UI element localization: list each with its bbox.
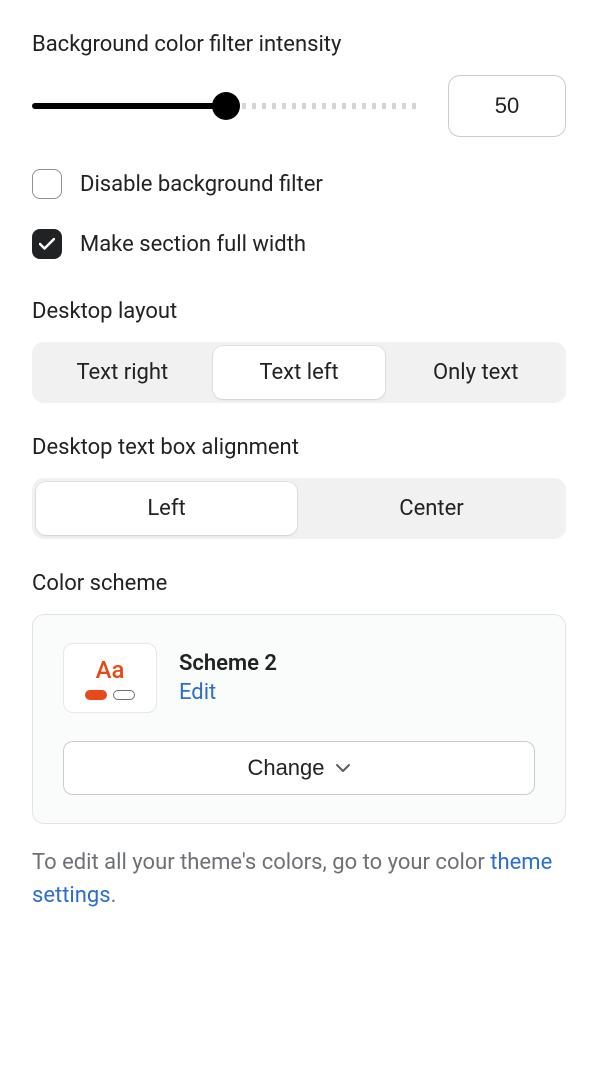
color-scheme-change-button[interactable]: Change <box>63 741 535 795</box>
disable-filter-checkbox[interactable] <box>32 169 62 199</box>
slider-fill <box>32 103 226 109</box>
check-icon <box>39 238 55 250</box>
desktop-layout-option[interactable]: Text left <box>213 346 386 399</box>
desktop-layout-option[interactable]: Text right <box>36 346 209 399</box>
color-scheme-swatch: Aa <box>63 643 157 713</box>
swatch-sample-text: Aa <box>96 656 125 684</box>
desktop-align-label: Desktop text box alignment <box>32 435 566 460</box>
disable-filter-label: Disable background filter <box>80 172 323 197</box>
swatch-pills <box>85 690 135 700</box>
color-scheme-label: Color scheme <box>32 571 566 596</box>
desktop-layout-segmented: Text rightText leftOnly text <box>32 342 566 403</box>
intensity-label: Background color filter intensity <box>32 32 566 57</box>
help-prefix: To edit all your theme's colors, go to y… <box>32 850 490 875</box>
color-scheme-card: Aa Scheme 2 Edit Change <box>32 614 566 824</box>
intensity-input[interactable] <box>448 75 566 137</box>
change-button-label: Change <box>247 755 324 781</box>
intensity-slider[interactable] <box>32 92 420 120</box>
color-scheme-help-text: To edit all your theme's colors, go to y… <box>32 846 566 912</box>
color-scheme-edit-link[interactable]: Edit <box>179 680 277 705</box>
swatch-pill-solid <box>85 690 107 700</box>
slider-thumb[interactable] <box>212 92 240 120</box>
desktop-align-option[interactable]: Center <box>301 482 562 535</box>
desktop-align-segmented: LeftCenter <box>32 478 566 539</box>
help-suffix: . <box>111 883 117 908</box>
desktop-layout-option[interactable]: Only text <box>389 346 562 399</box>
full-width-label: Make section full width <box>80 232 306 257</box>
swatch-pill-outline <box>113 690 135 700</box>
color-scheme-name: Scheme 2 <box>179 651 277 676</box>
desktop-layout-label: Desktop layout <box>32 299 566 324</box>
full-width-checkbox[interactable] <box>32 229 62 259</box>
desktop-align-option[interactable]: Left <box>36 482 297 535</box>
chevron-down-icon <box>335 763 351 773</box>
